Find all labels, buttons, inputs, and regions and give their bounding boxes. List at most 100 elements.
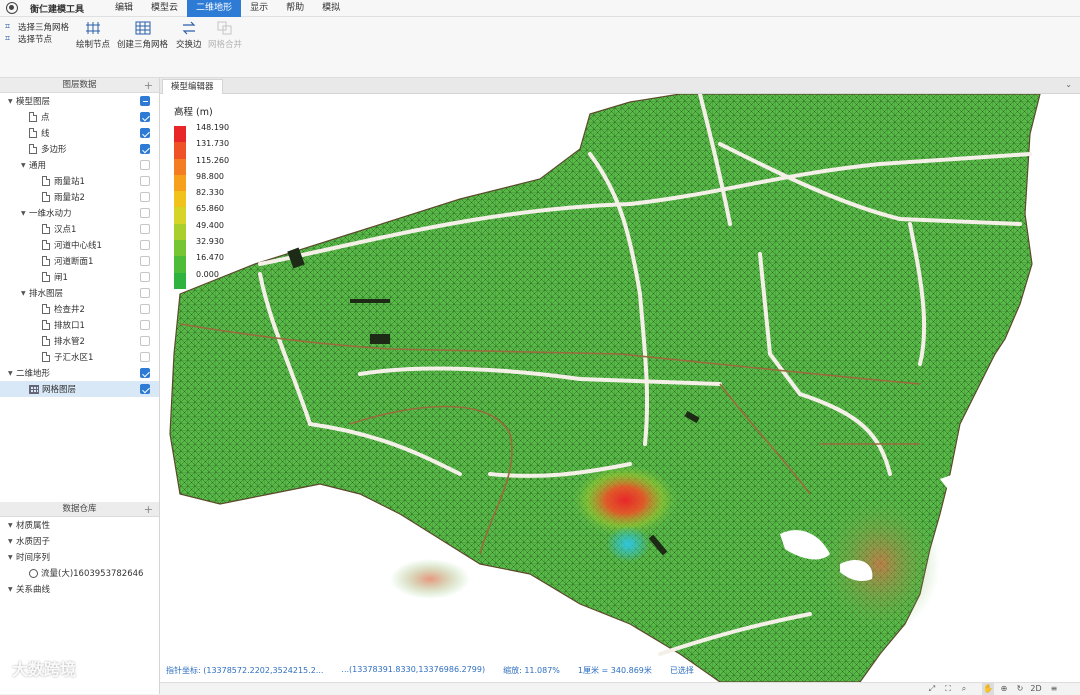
tree-item[interactable]: 检查井2 xyxy=(0,301,159,317)
layer-visibility-checkbox[interactable] xyxy=(140,128,150,138)
pan-hand-icon[interactable]: ✋ xyxy=(982,683,994,695)
layers-icon[interactable]: ≡ xyxy=(1048,683,1060,695)
tree-item[interactable]: 雨量站2 xyxy=(0,189,159,205)
data-warehouse-section: 数据仓库 + ▼ 材质属性 ▼ 水质因子 ▼ 时间序列 流量(大)1603953782646… xyxy=(0,502,159,597)
chevron-down-icon[interactable]: ▼ xyxy=(8,538,16,545)
chevron-down-icon[interactable]: ▼ xyxy=(8,586,16,593)
select-triangle-mesh-button[interactable]: ⌗ 选择三角网格 xyxy=(5,21,69,33)
chevron-down-icon[interactable]: ▼ xyxy=(8,554,16,561)
refresh-icon[interactable]: ↻ xyxy=(1014,683,1026,695)
legend-swatch xyxy=(174,223,186,241)
pointer-coordinates: 指针坐标: (13378572.2202,3524215.2... xyxy=(166,666,324,675)
tree-item[interactable]: 多边形 xyxy=(0,141,159,157)
chevron-down-icon[interactable]: ▼ xyxy=(21,162,29,169)
chevron-down-icon[interactable]: ▼ xyxy=(21,290,29,297)
layer-visibility-checkbox[interactable] xyxy=(140,112,150,122)
chevron-down-icon[interactable]: ▼ xyxy=(8,98,16,105)
legend-label: 115.260 xyxy=(196,155,230,165)
tree-item[interactable]: 流量(大)1603953782646 xyxy=(0,565,159,581)
menu-tab-model-cloud[interactable]: 模型云 xyxy=(142,0,187,17)
layer-visibility-checkbox[interactable] xyxy=(140,192,150,202)
fullscreen-icon[interactable]: ⛶ xyxy=(942,683,954,695)
draw-nodes-icon xyxy=(86,22,100,34)
tree-item[interactable]: ▼ 二维地形 xyxy=(0,365,159,381)
swap-edge-label: 交换边 xyxy=(176,40,202,50)
layer-visibility-checkbox[interactable] xyxy=(140,160,150,170)
add-data-icon[interactable]: + xyxy=(144,502,153,517)
document-icon xyxy=(29,128,37,138)
map-canvas[interactable]: 高程 (m) 148.190 131.730 115.260 98.800 82.330… xyxy=(160,94,1080,682)
layer-visibility-checkbox[interactable] xyxy=(140,384,150,394)
center-coordinates: ...(13378391.8330,13376986.2799) xyxy=(341,665,486,674)
layer-visibility-checkbox[interactable] xyxy=(140,144,150,154)
layer-visibility-checkbox[interactable] xyxy=(140,224,150,234)
tree-item[interactable]: 雨量站1 xyxy=(0,173,159,189)
document-icon xyxy=(42,272,50,282)
fit-view-icon[interactable]: ⤢ xyxy=(926,683,938,695)
tree-item[interactable]: ▼ 排水图层 xyxy=(0,285,159,301)
zoom-window-icon[interactable]: ⌕ xyxy=(958,683,970,695)
select-mesh-icon: ⌗ xyxy=(5,21,11,32)
layer-visibility-checkbox[interactable] xyxy=(140,336,150,346)
layer-panel-header: 图层数据 + xyxy=(0,78,159,93)
tree-item[interactable]: 汉点1 xyxy=(0,221,159,237)
tree-item[interactable]: ▼ 时间序列 xyxy=(0,549,159,565)
chevron-down-icon[interactable]: ▼ xyxy=(8,370,16,377)
add-layer-icon[interactable]: + xyxy=(144,78,153,93)
layer-visibility-checkbox[interactable] xyxy=(140,96,150,106)
swap-edge-icon xyxy=(182,21,196,35)
tree-item-label: 材质属性 xyxy=(16,521,51,531)
chevron-down-icon[interactable]: ▼ xyxy=(8,522,16,529)
tree-item[interactable]: 河道中心线1 xyxy=(0,237,159,253)
legend-swatch xyxy=(174,191,186,208)
tree-item[interactable]: 点 xyxy=(0,109,159,125)
legend-label: 131.730 xyxy=(196,139,230,149)
tree-item[interactable]: ▼ 关系曲线 xyxy=(0,581,159,597)
zoom-in-icon[interactable]: ⊕ xyxy=(998,683,1010,695)
tree-item[interactable]: 线 xyxy=(0,125,159,141)
tab-model-editor[interactable]: 模型编辑器 xyxy=(162,79,223,94)
layer-visibility-checkbox[interactable] xyxy=(140,288,150,298)
tree-item[interactable]: 排放口1 xyxy=(0,317,159,333)
chevron-down-icon[interactable]: ▼ xyxy=(21,210,29,217)
layer-visibility-checkbox[interactable] xyxy=(140,208,150,218)
select-nodes-button[interactable]: ⌗ 选择节点 xyxy=(5,33,52,45)
tree-item[interactable]: ▼ 材质属性 xyxy=(0,517,159,533)
menu-tab-simulate[interactable]: 模拟 xyxy=(313,0,349,17)
swap-edge-button[interactable]: 交换边 xyxy=(176,21,202,50)
tree-item[interactable]: 网格图层 xyxy=(0,381,159,397)
menu-tab-edit[interactable]: 编辑 xyxy=(106,0,142,17)
tree-item[interactable]: ▼ 一维水动力 xyxy=(0,205,159,221)
menu-tab-display[interactable]: 显示 xyxy=(241,0,277,17)
chevron-down-icon[interactable]: ⌄ xyxy=(1065,80,1072,89)
elevation-legend: 高程 (m) 148.190 131.730 115.260 98.800 82.330… xyxy=(174,104,229,289)
tree-item[interactable]: 闸1 xyxy=(0,269,159,285)
create-triangle-mesh-button[interactable]: 创建三角网格 xyxy=(117,21,168,50)
layer-visibility-checkbox[interactable] xyxy=(140,320,150,330)
layer-visibility-checkbox[interactable] xyxy=(140,240,150,250)
data-panel-header: 数据仓库 + xyxy=(0,502,159,517)
layer-visibility-checkbox[interactable] xyxy=(140,304,150,314)
menu-tab-2d-terrain[interactable]: 二维地形 xyxy=(187,0,242,17)
draw-nodes-button[interactable]: 绘制节点 xyxy=(76,21,110,50)
mesh-merge-button[interactable]: 网格合并 xyxy=(208,21,242,50)
layer-visibility-checkbox[interactable] xyxy=(140,272,150,282)
layer-visibility-checkbox[interactable] xyxy=(140,256,150,266)
tree-item-label: 雨量站2 xyxy=(54,193,85,203)
tree-item[interactable]: 子汇水区1 xyxy=(0,349,159,365)
tree-item[interactable]: ▼ 模型图层 xyxy=(0,93,159,109)
tree-item[interactable]: 河道断面1 xyxy=(0,253,159,269)
layer-visibility-checkbox[interactable] xyxy=(140,368,150,378)
view-2d-icon[interactable]: 2D xyxy=(1030,683,1042,695)
legend-title: 高程 (m) xyxy=(174,107,213,118)
legend-label: 98.800 xyxy=(196,171,224,181)
document-icon xyxy=(42,352,50,362)
tree-item[interactable]: ▼ 水质因子 xyxy=(0,533,159,549)
tree-item-label: 闸1 xyxy=(54,273,68,283)
layer-visibility-checkbox[interactable] xyxy=(140,176,150,186)
tree-item[interactable]: ▼ 通用 xyxy=(0,157,159,173)
legend-swatch xyxy=(174,158,186,175)
menu-tab-help[interactable]: 帮助 xyxy=(277,0,313,17)
layer-visibility-checkbox[interactable] xyxy=(140,352,150,362)
tree-item[interactable]: 排水管2 xyxy=(0,333,159,349)
